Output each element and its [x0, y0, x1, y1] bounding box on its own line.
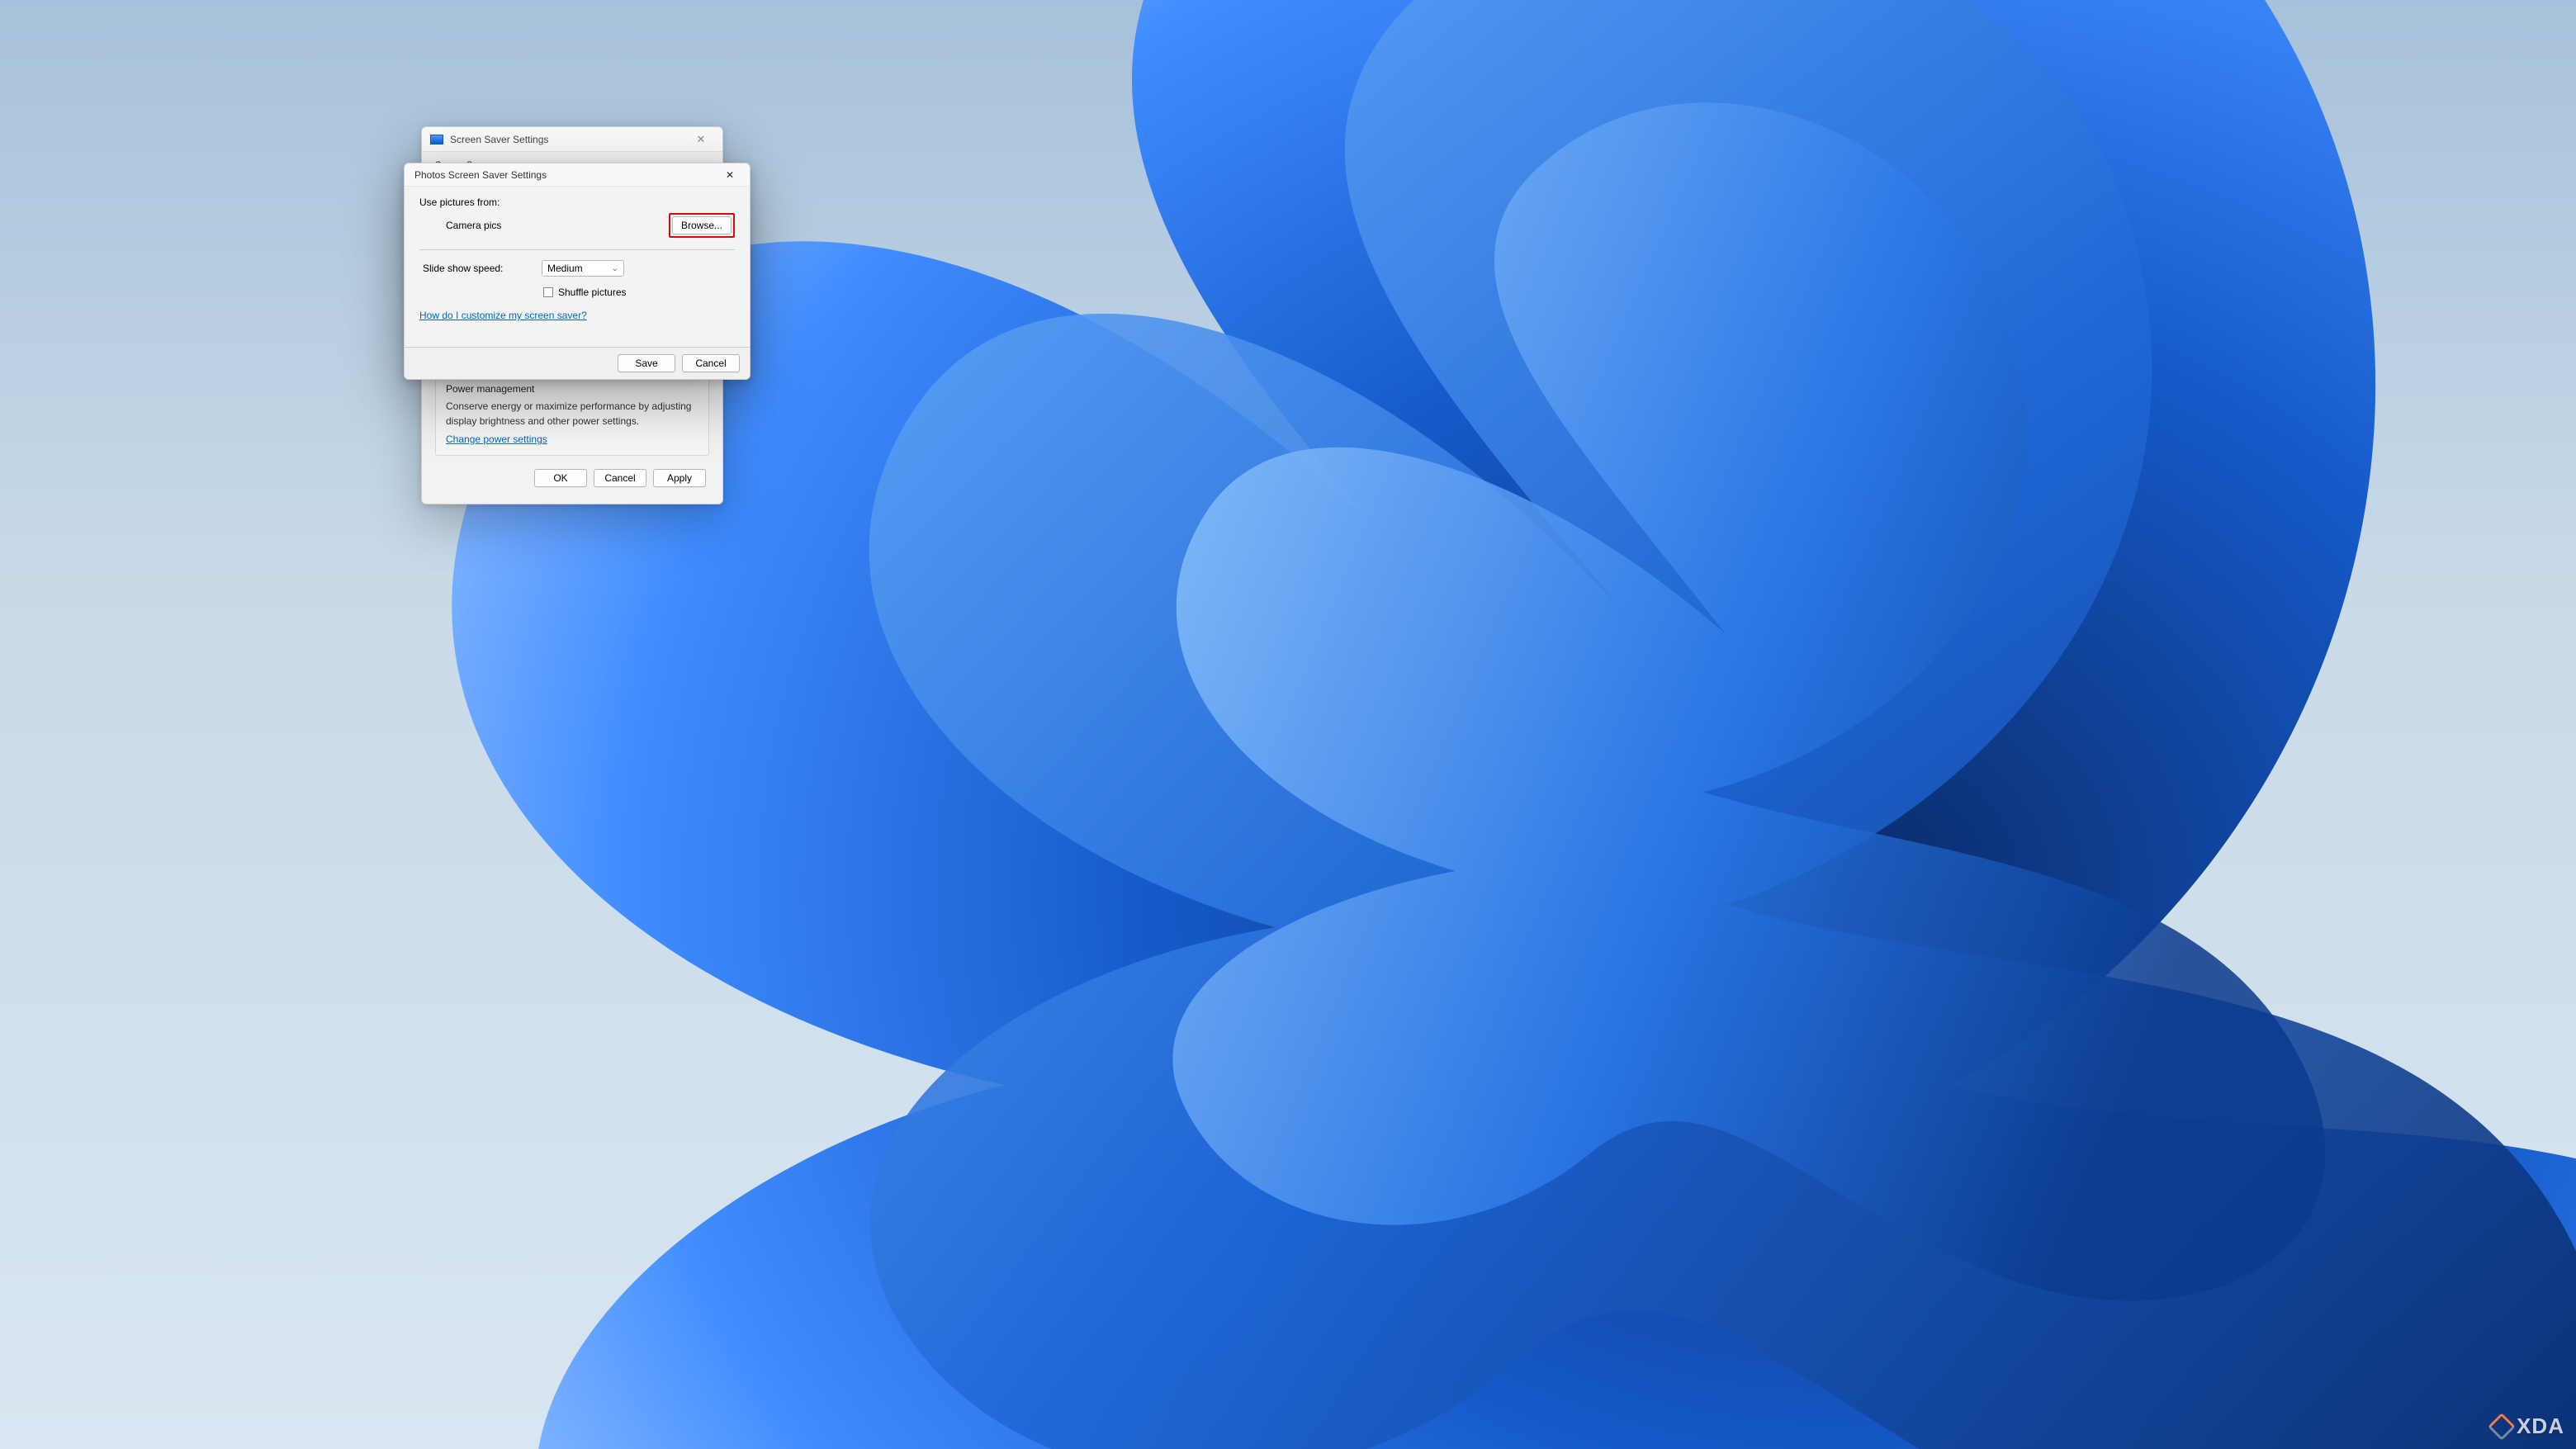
- front-title-text: Photos Screen Saver Settings: [414, 169, 713, 181]
- slideshow-speed-value: Medium: [547, 263, 583, 274]
- cancel-button[interactable]: Cancel: [682, 354, 740, 372]
- slideshow-speed-label: Slide show speed:: [423, 263, 530, 274]
- use-pictures-from-label: Use pictures from:: [419, 197, 735, 208]
- pictures-folder-name: Camera pics: [419, 220, 669, 231]
- chevron-down-icon: ⌄: [612, 264, 618, 273]
- shuffle-pictures-label: Shuffle pictures: [558, 286, 627, 298]
- xda-watermark-text: XDA: [2517, 1413, 2564, 1439]
- cancel-button[interactable]: Cancel: [594, 469, 646, 487]
- power-management-group: Power management Conserve energy or maxi…: [435, 374, 709, 456]
- close-icon[interactable]: ✕: [684, 130, 717, 149]
- apply-button[interactable]: Apply: [653, 469, 706, 487]
- browse-button[interactable]: Browse...: [672, 216, 732, 234]
- front-button-row: Save Cancel: [405, 347, 750, 379]
- parent-title-text: Screen Saver Settings: [450, 134, 678, 145]
- front-titlebar[interactable]: Photos Screen Saver Settings ✕: [405, 163, 750, 187]
- power-management-text: Conserve energy or maximize performance …: [446, 400, 698, 429]
- ok-button[interactable]: OK: [534, 469, 587, 487]
- desktop-wallpaper: [0, 0, 2576, 1449]
- xda-watermark: XDA: [2492, 1413, 2564, 1439]
- slideshow-speed-select[interactable]: Medium ⌄: [542, 260, 624, 277]
- parent-titlebar[interactable]: Screen Saver Settings ✕: [422, 127, 722, 152]
- browse-highlight: Browse...: [669, 213, 735, 238]
- xda-logo-icon: [2488, 1413, 2516, 1441]
- parent-button-row: OK Cancel Apply: [430, 462, 714, 495]
- power-management-title: Power management: [446, 383, 698, 395]
- customize-help-link[interactable]: How do I customize my screen saver?: [419, 310, 587, 321]
- close-icon[interactable]: ✕: [713, 166, 746, 184]
- photos-screensaver-settings-dialog: Photos Screen Saver Settings ✕ Use pictu…: [404, 163, 751, 380]
- shuffle-pictures-checkbox[interactable]: [543, 287, 553, 297]
- separator: [419, 249, 735, 250]
- display-properties-icon: [430, 135, 443, 144]
- save-button[interactable]: Save: [618, 354, 675, 372]
- change-power-settings-link[interactable]: Change power settings: [446, 433, 547, 445]
